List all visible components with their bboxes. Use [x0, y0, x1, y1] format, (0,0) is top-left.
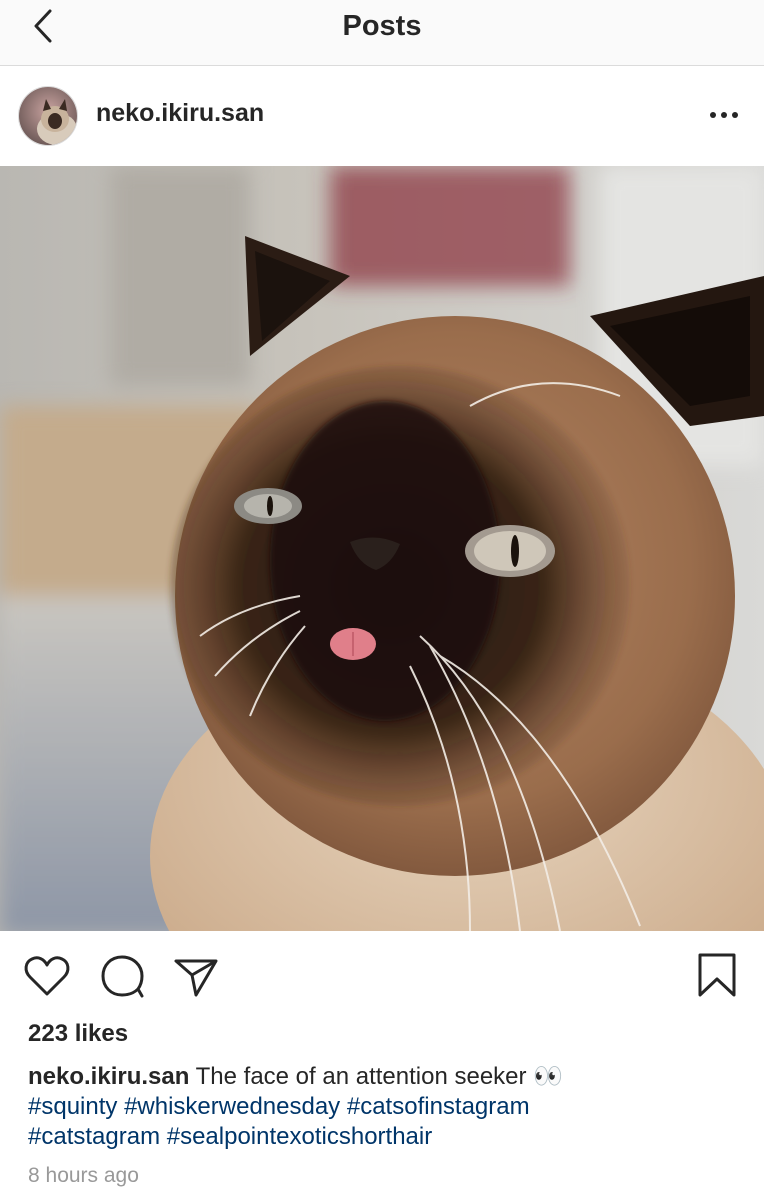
post-header: neko.ikiru.san	[0, 66, 764, 166]
avatar[interactable]	[18, 86, 78, 146]
hashtag-link[interactable]: #whiskerwednesday	[124, 1093, 340, 1120]
bookmark-icon	[698, 953, 736, 997]
comment-button[interactable]	[98, 951, 148, 1001]
comment-icon	[101, 955, 144, 998]
paper-plane-icon	[174, 959, 218, 997]
caption-username[interactable]: neko.ikiru.san	[28, 1063, 189, 1090]
hashtag-link[interactable]: #sealpointexoticshorthair	[167, 1123, 433, 1150]
hashtag-link[interactable]: #catstagram	[28, 1123, 160, 1150]
hashtag-link[interactable]: #catsofinstagram	[347, 1093, 530, 1120]
hashtag-link[interactable]: #squinty	[28, 1093, 117, 1120]
more-horizontal-icon	[710, 112, 738, 118]
save-button[interactable]	[692, 951, 742, 1001]
page-title: Posts	[342, 10, 422, 42]
share-button[interactable]	[172, 951, 222, 1001]
heart-icon	[24, 956, 70, 996]
likes-count[interactable]: 223 likes	[28, 1020, 128, 1048]
post-image[interactable]	[0, 166, 764, 931]
top-bar: Posts	[0, 0, 764, 66]
post-username[interactable]: neko.ikiru.san	[96, 99, 264, 128]
post-action-bar	[0, 931, 764, 1021]
post-timestamp: 8 hours ago	[28, 1164, 139, 1187]
more-options-button[interactable]	[706, 102, 742, 128]
eyes-emoji: 👀	[533, 1063, 564, 1090]
caption-text: The face of an attention seeker	[189, 1063, 534, 1090]
post-caption: neko.ikiru.san The face of an attention …	[28, 1062, 738, 1152]
like-button[interactable]	[22, 951, 72, 1001]
